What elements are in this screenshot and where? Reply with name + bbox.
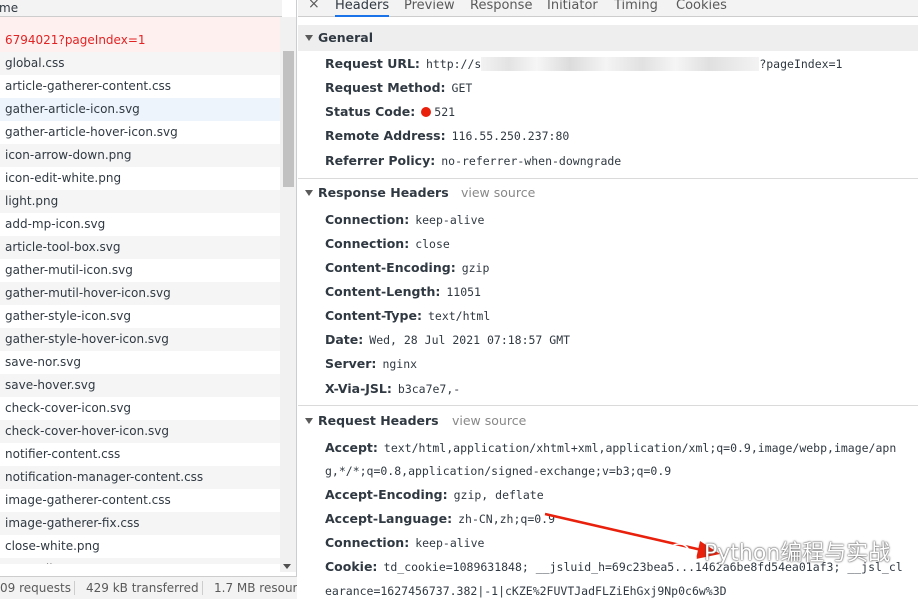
name-column-header[interactable]: me xyxy=(0,0,282,17)
request-count: 09 requests xyxy=(0,581,71,595)
request-list-item[interactable]: light.png xyxy=(0,190,280,213)
request-list-item[interactable]: gather-mutil-icon.svg xyxy=(0,259,280,282)
request-list-panel: me 6794021?pageIndex=1 global.css article-… xyxy=(0,0,297,599)
request-list-scrollbar[interactable] xyxy=(280,17,296,572)
response-header-row: Connection: close xyxy=(325,236,450,252)
response-header-row: Content-Encoding: gzip xyxy=(325,260,489,276)
request-list-item[interactable]: add-mp-icon.svg xyxy=(0,213,280,236)
request-list-item[interactable]: article-tool-box.svg xyxy=(0,236,280,259)
scrollbar-thumb[interactable] xyxy=(283,51,294,187)
header-value: 11051 xyxy=(446,285,481,299)
tab-response[interactable]: Response xyxy=(470,0,532,15)
request-list-item[interactable]: check-cover-hover-icon.svg xyxy=(0,420,280,443)
request-list-item[interactable]: save-nor.svg xyxy=(0,351,280,374)
header-name: Content-Type: xyxy=(325,308,422,323)
header-name: Date: xyxy=(325,332,364,347)
cookie-row-continuation: earance=1627456737.382|-1|cKZE%2FUVTJadF… xyxy=(325,584,727,598)
request-url-row: Request URL: http://s ?pageIndex=1 xyxy=(325,56,843,71)
status-separator xyxy=(202,581,203,595)
watermark-text: Python编程与实战 xyxy=(704,541,891,566)
collapse-triangle-icon xyxy=(305,190,313,196)
collapse-triangle-icon xyxy=(305,35,313,41)
scroll-down-arrow-icon[interactable] xyxy=(283,564,291,569)
header-value: close xyxy=(415,237,450,251)
request-list-item[interactable]: notifier-content.css xyxy=(0,443,280,466)
header-name: Connection: xyxy=(325,236,410,251)
header-value: text/html xyxy=(427,309,491,323)
general-section-header[interactable]: General xyxy=(298,25,918,51)
transferred-size: 429 kB transferred xyxy=(86,581,199,595)
network-status-bar: 09 requests 429 kB transferred 1.7 MB re… xyxy=(0,576,297,599)
request-list-item[interactable]: 6794021?pageIndex=1 xyxy=(0,29,280,52)
request-list-item[interactable]: icon-arrow-down.png xyxy=(0,144,280,167)
request-list-item[interactable]: page-clipper-content.css xyxy=(0,558,280,564)
response-header-row: Content-Length: 11051 xyxy=(325,284,481,300)
accept-language-row: Accept-Language: zh-CN,zh;q=0.9 xyxy=(325,511,556,526)
request-details-panel: × Headers Preview Response Initiator Tim… xyxy=(298,0,918,599)
request-list-item[interactable]: article-gatherer-content.css xyxy=(0,75,280,98)
request-view-source-link[interactable]: view source xyxy=(452,408,526,434)
request-list-item[interactable]: global.css xyxy=(0,52,280,75)
response-header-row: Server: nginx xyxy=(325,356,417,372)
request-list-item[interactable]: save-hover.svg xyxy=(0,374,280,397)
request-list-item[interactable]: image-gatherer-content.css xyxy=(0,489,280,512)
section-divider xyxy=(298,405,918,406)
response-view-source-link[interactable]: view source xyxy=(461,180,535,206)
tab-cookies[interactable]: Cookies xyxy=(676,0,727,15)
request-list: 6794021?pageIndex=1 global.css article-gat… xyxy=(0,17,280,564)
request-list-item[interactable]: check-cover-icon.svg xyxy=(0,397,280,420)
section-divider xyxy=(298,178,918,179)
request-list-item[interactable]: icon-edit-white.png xyxy=(0,167,280,190)
response-header-row: Date: Wed, 28 Jul 2021 07:18:57 GMT xyxy=(325,332,570,348)
request-list-item[interactable]: gather-mutil-hover-icon.svg xyxy=(0,282,280,305)
remote-address-row: Remote Address: 116.55.250.237:80 xyxy=(325,128,570,143)
request-list-item[interactable]: gather-style-hover-icon.svg xyxy=(0,328,280,351)
header-name: Connection: xyxy=(325,212,410,227)
wechat-icon xyxy=(668,543,697,566)
header-value: Wed, 28 Jul 2021 07:18:57 GMT xyxy=(369,333,571,347)
resources-size: 1.7 MB resour xyxy=(214,581,297,595)
close-details-icon[interactable]: × xyxy=(308,0,320,12)
referrer-policy-row: Referrer Policy: no-referrer-when-downgra… xyxy=(325,153,622,168)
tab-initiator[interactable]: Initiator xyxy=(547,0,598,15)
tab-timing[interactable]: Timing xyxy=(614,0,658,15)
request-list-item[interactable]: close-white.png xyxy=(0,535,280,558)
response-headers-section-header[interactable]: Response Headers view source xyxy=(298,180,918,206)
details-tab-bar: × Headers Preview Response Initiator Tim… xyxy=(298,0,918,17)
status-separator xyxy=(74,581,75,595)
tab-headers[interactable]: Headers xyxy=(335,0,390,17)
accept-encoding-row: Accept-Encoding: gzip, deflate xyxy=(325,487,544,502)
accept-row: Accept: text/html,application/xhtml+xml,a… xyxy=(325,440,897,455)
list-item-partial[interactable] xyxy=(0,17,280,29)
redacted-url-blur xyxy=(481,57,760,71)
header-value: nginx xyxy=(382,357,418,371)
response-header-row: X-Via-JSL: b3ca7e7,- xyxy=(325,381,460,397)
connection-row: Connection: keep-alive xyxy=(325,535,485,550)
request-list-item[interactable]: gather-style-icon.svg xyxy=(0,305,280,328)
header-value: gzip xyxy=(461,261,490,275)
request-list-item[interactable]: gather-article-hover-icon.svg xyxy=(0,121,280,144)
request-list-item[interactable]: notification-manager-content.css xyxy=(0,466,280,489)
header-value: b3ca7e7,- xyxy=(397,382,461,396)
header-name: X-Via-JSL: xyxy=(325,381,392,396)
status-code-row: Status Code: 521 xyxy=(325,104,456,119)
header-value: keep-alive xyxy=(415,213,485,227)
collapse-triangle-icon xyxy=(305,418,313,424)
tab-preview[interactable]: Preview xyxy=(404,0,455,15)
request-list-item[interactable]: image-gatherer-fix.css xyxy=(0,512,280,535)
response-header-row: Content-Type: text/html xyxy=(325,308,490,324)
response-header-row: Connection: keep-alive xyxy=(325,212,484,228)
accept-row-continuation: g,*/*;q=0.8,application/signed-exchange;… xyxy=(325,464,672,478)
request-list-item[interactable]: gather-article-icon.svg xyxy=(0,98,280,121)
header-name: Content-Encoding: xyxy=(325,260,456,275)
request-method-row: Request Method: GET xyxy=(325,80,473,95)
header-name: Content-Length: xyxy=(325,284,441,299)
request-headers-section-header[interactable]: Request Headers view source xyxy=(298,408,918,434)
header-name: Server: xyxy=(325,356,377,371)
status-error-dot-icon xyxy=(421,107,432,117)
